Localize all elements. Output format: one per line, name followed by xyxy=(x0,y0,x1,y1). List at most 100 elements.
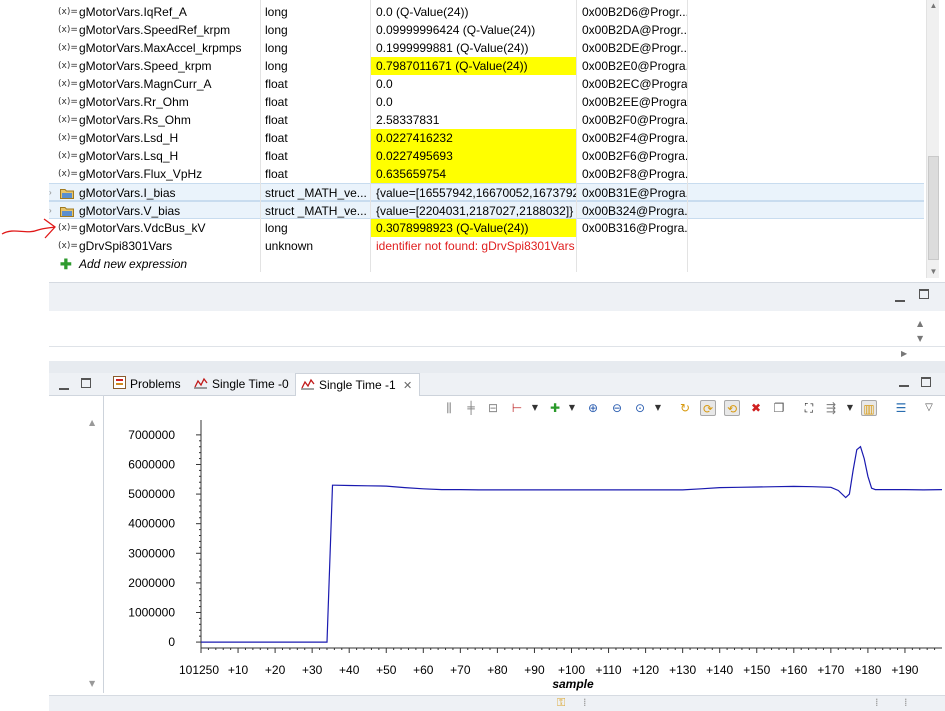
expression-type: float xyxy=(265,95,288,109)
graph-tab-bar: Problems Single Time -0 Single Time -1 ✕ xyxy=(104,373,945,396)
expression-name-cell: › gMotorVars.I_bias xyxy=(49,184,260,202)
red-arrow-annotation xyxy=(1,218,56,239)
variable-icon: (x)= xyxy=(58,79,78,89)
expression-value[interactable]: 0.0 xyxy=(370,93,576,111)
view-header xyxy=(49,282,945,311)
tab-single-time-1[interactable]: Single Time -1 ✕ xyxy=(295,373,420,396)
expression-row[interactable]: › gMotorVars.V_bias struct _MATH_ve... {val… xyxy=(49,201,924,219)
expression-address: 0x00B2E0@Progra... xyxy=(582,59,687,73)
variable-icon: (x)= xyxy=(58,151,78,161)
expression-address: 0x00B2D6@Progr... xyxy=(582,5,687,19)
expression-address: 0x00B2F4@Progra... xyxy=(582,131,687,145)
minimize-icon[interactable] xyxy=(895,293,905,305)
add-new-expression-row[interactable]: ✚ Add new expression xyxy=(49,255,924,273)
expression-row[interactable]: (x)= gDrvSpi8301Vars unknown identifier not… xyxy=(49,237,924,255)
x-tick-label: +80 xyxy=(487,663,508,677)
x-tick-label: +40 xyxy=(339,663,360,677)
expression-row[interactable]: (x)= gMotorVars.IqRef_A long 0.0 (Q-Value(2… xyxy=(49,3,924,21)
variable-icon: (x)= xyxy=(58,43,78,53)
expression-value[interactable]: 0.3078998923 (Q-Value(24)) xyxy=(370,219,576,237)
y-tick-label: 4000000 xyxy=(128,517,175,531)
expressions-scrollbar[interactable]: ▲ ▼ xyxy=(926,0,939,278)
expand-arrow-icon[interactable]: › xyxy=(49,184,57,202)
expression-type: long xyxy=(265,59,288,73)
maximize-icon[interactable] xyxy=(81,378,91,391)
expression-type: float xyxy=(265,77,288,91)
x-tick-label: +10 xyxy=(228,663,249,677)
expression-address: 0x00B324@Progra... xyxy=(582,204,687,218)
scroll-up-icon[interactable]: ▲ xyxy=(917,318,923,330)
expression-row[interactable]: (x)= gMotorVars.Speed_krpm long 0.798701167… xyxy=(49,57,924,75)
scroll-right-icon[interactable]: ▶ xyxy=(901,348,907,360)
expression-type: long xyxy=(265,23,288,37)
expression-address: 0x00B2EE@Progra... xyxy=(582,95,687,109)
expression-value[interactable]: 0.0 (Q-Value(24)) xyxy=(370,3,576,21)
expression-row[interactable]: (x)= gMotorVars.Rr_Ohm float 0.0 0x00B2EE@Pr… xyxy=(49,93,924,111)
expressions-view: (x)= gMotorVars.IqRef_A long 0.0 (Q-Value(2… xyxy=(49,0,945,282)
expression-address xyxy=(576,237,687,255)
expression-value[interactable]: 0.0227416232 xyxy=(370,129,576,147)
x-tick-label: +140 xyxy=(706,663,733,677)
sash[interactable] xyxy=(49,361,945,373)
variable-icon: (x)= xyxy=(58,241,78,251)
y-tick-label: 6000000 xyxy=(128,457,175,471)
expression-type: struct _MATH_ve... xyxy=(265,204,367,218)
expression-row[interactable]: (x)= gMotorVars.Flux_VpHz float 0.635659754… xyxy=(49,165,924,183)
x-tick-label: +90 xyxy=(524,663,545,677)
expression-value[interactable]: identifier not found: gDrvSpi8301Vars xyxy=(370,237,576,255)
expression-row[interactable]: (x)= gMotorVars.MagnCurr_A float 0.0 0x00B2E… xyxy=(49,75,924,93)
maximize-icon[interactable] xyxy=(919,289,929,302)
horizontal-scrollbar[interactable]: ▶ xyxy=(49,347,945,361)
expression-name: gMotorVars.Rs_Ohm xyxy=(79,113,191,127)
expression-name-cell: (x)= gMotorVars.Rs_Ohm xyxy=(49,111,260,129)
expression-value[interactable]: {value=[16557942,16670052,1673792... xyxy=(370,184,576,202)
close-icon[interactable]: ✕ xyxy=(403,380,412,392)
scroll-down-icon[interactable]: ▼ xyxy=(89,678,95,690)
expression-name: gMotorVars.V_bias xyxy=(79,204,181,218)
expression-name-cell: (x)= gMotorVars.SpeedRef_krpm xyxy=(49,21,260,39)
expression-value[interactable]: 0.635659754 xyxy=(370,165,576,183)
expression-value[interactable]: 0.0 xyxy=(370,75,576,93)
x-tick-label: +190 xyxy=(891,663,918,677)
expression-value[interactable]: 0.0227495693 xyxy=(370,147,576,165)
expression-row[interactable]: (x)= gMotorVars.Lsq_H float 0.0227495693 0x0… xyxy=(49,147,924,165)
status-divider: ⁞ xyxy=(583,696,587,709)
expression-row[interactable]: (x)= gMotorVars.Rs_Ohm float 2.58337831 0x00… xyxy=(49,111,924,129)
x-tick-label: +30 xyxy=(302,663,323,677)
expression-row[interactable]: (x)= gMotorVars.Lsd_H float 0.0227416232 0x0… xyxy=(49,129,924,147)
minimize-icon[interactable] xyxy=(899,378,909,390)
x-tick-label: +160 xyxy=(780,663,807,677)
minimize-icon[interactable] xyxy=(59,381,69,393)
expression-value[interactable]: 0.09999996424 (Q-Value(24)) xyxy=(370,21,576,39)
console-view: ▲ ▼ xyxy=(49,311,945,347)
expression-value[interactable]: 2.58337831 xyxy=(370,111,576,129)
maximize-icon[interactable] xyxy=(921,377,931,390)
expression-address: 0x00B2DE@Progr... xyxy=(582,41,687,55)
expression-value[interactable]: {value=[2204031,2187027,2188032]} xyxy=(370,202,576,220)
x-tick-label: +150 xyxy=(743,663,770,677)
expression-address: 0x00B2F6@Progra... xyxy=(582,149,687,163)
expression-address: 0x00B31E@Progra... xyxy=(582,186,687,200)
expression-row[interactable]: (x)= gMotorVars.VdcBus_kV long 0.3078998923… xyxy=(49,219,924,237)
tab-single-time-0[interactable]: Single Time -0 xyxy=(192,373,292,396)
expression-value[interactable]: 0.7987011671 (Q-Value(24)) xyxy=(370,57,576,75)
expression-row[interactable]: (x)= gMotorVars.MaxAccel_krpmps long 0.1999… xyxy=(49,39,924,57)
x-tick-label: 101250 xyxy=(179,663,219,677)
x-tick-label: +60 xyxy=(413,663,434,677)
scroll-up-icon[interactable]: ▲ xyxy=(927,0,940,12)
x-tick-label: +120 xyxy=(632,663,659,677)
expression-value[interactable]: 0.1999999881 (Q-Value(24)) xyxy=(370,39,576,57)
add-icon: ✚ xyxy=(60,256,72,272)
expression-row[interactable]: (x)= gMotorVars.SpeedRef_krpm long 0.099999… xyxy=(49,21,924,39)
column-divider xyxy=(260,0,261,272)
expression-type: long xyxy=(265,41,288,55)
scroll-thumb[interactable] xyxy=(928,156,939,260)
scroll-down-icon[interactable]: ▼ xyxy=(927,266,940,278)
tab-problems[interactable]: Problems xyxy=(110,373,190,396)
scroll-up-icon[interactable]: ▲ xyxy=(89,417,95,429)
y-tick-label: 7000000 xyxy=(128,428,175,442)
expression-row[interactable]: › gMotorVars.I_bias struct _MATH_ve... {val… xyxy=(49,183,924,201)
line-chart[interactable]: 0 1000000 2000000 3000000 4000000 5000000 6000… xyxy=(104,396,945,693)
scroll-down-icon[interactable]: ▼ xyxy=(917,333,923,345)
expression-name: gMotorVars.Speed_krpm xyxy=(79,59,212,73)
